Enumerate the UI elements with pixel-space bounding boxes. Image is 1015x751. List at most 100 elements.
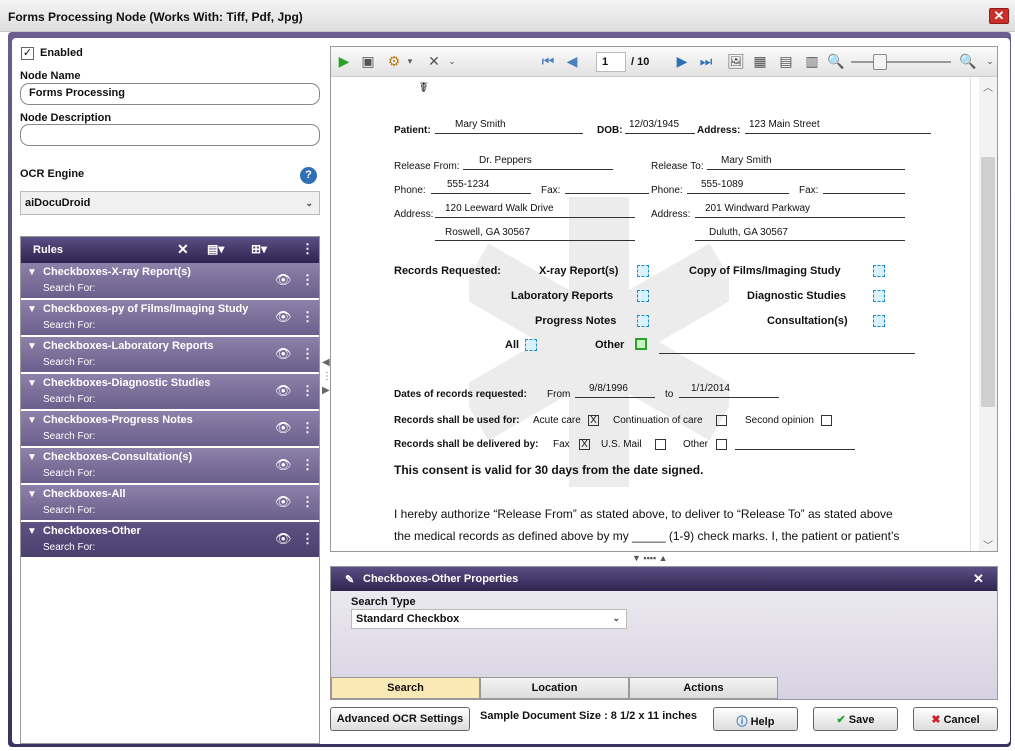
zoom-out-icon[interactable]: 🔍 bbox=[827, 52, 845, 70]
rules-menu-icon[interactable]: ⋮ bbox=[301, 241, 314, 257]
rule-item[interactable]: ▼ Checkboxes-Progress Notes Search For: … bbox=[21, 411, 319, 447]
play-icon[interactable]: ▶ bbox=[335, 52, 353, 70]
last-page-icon[interactable]: ⏭ bbox=[697, 52, 715, 70]
next-page-icon[interactable]: ▶ bbox=[673, 52, 691, 70]
scrollbar-thumb[interactable] bbox=[981, 157, 995, 407]
diag-checkbox-region[interactable] bbox=[873, 290, 885, 302]
dob-label: DOB: bbox=[597, 125, 623, 136]
image-icon[interactable]: 🖼 bbox=[727, 52, 745, 70]
fit-page-icon[interactable]: ▣ bbox=[359, 52, 377, 70]
rule-item[interactable]: ▼ Checkboxes-Consultation(s) Search For:… bbox=[21, 448, 319, 484]
fax-checkbox[interactable]: X bbox=[579, 439, 590, 450]
clear-rules-icon[interactable]: ✕ bbox=[177, 241, 189, 258]
add-rule-icon[interactable]: ▤▾ bbox=[207, 242, 224, 256]
search-type-dropdown[interactable]: Standard Checkbox ⌄ bbox=[351, 609, 627, 629]
rule-menu-icon[interactable]: ⋮ bbox=[301, 494, 314, 510]
copy-films-checkbox-region[interactable] bbox=[873, 265, 885, 277]
continuation-checkbox[interactable] bbox=[716, 415, 727, 426]
expand-triangle-icon[interactable]: ▼ bbox=[27, 341, 37, 352]
fit-width-icon[interactable]: ▦ bbox=[751, 52, 769, 70]
first-page-icon[interactable]: ⏮ bbox=[539, 52, 557, 70]
rule-menu-icon[interactable]: ⋮ bbox=[301, 272, 314, 288]
usmail-checkbox[interactable] bbox=[655, 439, 666, 450]
eye-icon[interactable]: 👁 bbox=[275, 531, 292, 547]
rule-item[interactable]: ▼ Checkboxes-Diagnostic Studies Search F… bbox=[21, 374, 319, 410]
other-delivery-checkbox[interactable] bbox=[716, 439, 727, 450]
rule-item-selected[interactable]: ▼ Checkboxes-Other Search For: 👁 ⋮ bbox=[21, 522, 319, 558]
second-opinion-checkbox[interactable] bbox=[821, 415, 832, 426]
advanced-ocr-settings-button[interactable]: Advanced OCR Settings bbox=[330, 707, 470, 731]
expand-triangle-icon[interactable]: ▼ bbox=[27, 415, 37, 426]
rule-menu-icon[interactable]: ⋮ bbox=[301, 531, 314, 547]
panel-splitter[interactable]: ◀ ⋮ ▶ bbox=[322, 356, 332, 420]
help-button[interactable]: ⓘ Help bbox=[713, 707, 798, 731]
expand-triangle-icon[interactable]: ▼ bbox=[27, 267, 37, 278]
eye-icon[interactable]: 👁 bbox=[275, 309, 292, 325]
rule-title: Checkboxes-All bbox=[43, 488, 126, 500]
progress-checkbox-region[interactable] bbox=[637, 315, 649, 327]
expand-triangle-icon[interactable]: ▼ bbox=[27, 526, 37, 537]
close-icon[interactable]: ✕ bbox=[425, 52, 443, 70]
eye-icon[interactable]: 👁 bbox=[275, 457, 292, 473]
prev-page-icon[interactable]: ◀ bbox=[563, 52, 581, 70]
rule-item[interactable]: ▼ Checkboxes-Laboratory Reports Search F… bbox=[21, 337, 319, 373]
scroll-down-icon[interactable]: ﹀ bbox=[983, 537, 993, 551]
vertical-scrollbar[interactable]: ︿ ﹀ bbox=[979, 77, 997, 551]
all-checkbox-region[interactable] bbox=[525, 339, 537, 351]
other-checkbox-region-selected[interactable] bbox=[635, 338, 647, 350]
zoom-slider-handle[interactable] bbox=[873, 54, 887, 70]
eye-icon[interactable]: 👁 bbox=[275, 272, 292, 288]
lab-checkbox-region[interactable] bbox=[637, 290, 649, 302]
rule-menu-icon[interactable]: ⋮ bbox=[301, 346, 314, 362]
node-name-field[interactable]: Forms Processing bbox=[20, 83, 320, 105]
ocr-engine-dropdown[interactable]: aiDocuDroid ⌄ bbox=[20, 191, 320, 215]
zoom-slider[interactable] bbox=[851, 61, 951, 63]
eye-icon[interactable]: 👁 bbox=[275, 383, 292, 399]
eye-icon[interactable]: 👁 bbox=[275, 494, 292, 510]
eye-icon[interactable]: 👁 bbox=[275, 346, 292, 362]
close-icon[interactable]: ✕ bbox=[989, 8, 1009, 24]
expand-triangle-icon[interactable]: ▼ bbox=[27, 378, 37, 389]
rule-menu-icon[interactable]: ⋮ bbox=[301, 309, 314, 325]
phone-value-1: 555-1234 bbox=[447, 179, 490, 190]
consult-checkbox-region[interactable] bbox=[873, 315, 885, 327]
rule-menu-icon[interactable]: ⋮ bbox=[301, 457, 314, 473]
close-icon[interactable]: ✕ bbox=[973, 571, 984, 587]
toolbar-more-icon[interactable]: ⌄ bbox=[443, 52, 461, 70]
rule-item[interactable]: ▼ Checkboxes-py of Films/Imaging Study S… bbox=[21, 300, 319, 336]
fax-label-1: Fax: bbox=[541, 185, 561, 196]
cancel-button[interactable]: ✖ Cancel bbox=[913, 707, 998, 731]
expand-triangle-icon[interactable]: ▼ bbox=[27, 452, 37, 463]
enabled-checkbox[interactable]: ✓ bbox=[21, 47, 34, 60]
fit-height-icon[interactable]: ▤ bbox=[777, 52, 795, 70]
xray-checkbox-region[interactable] bbox=[637, 265, 649, 277]
rule-subtitle: Search For: bbox=[43, 431, 96, 442]
expand-triangle-icon[interactable]: ▼ bbox=[27, 489, 37, 500]
address-value: 123 Main Street bbox=[749, 119, 820, 130]
scroll-up-icon[interactable]: ︿ bbox=[983, 79, 993, 94]
tab-location[interactable]: Location bbox=[480, 677, 629, 699]
save-button[interactable]: ✔ Save bbox=[813, 707, 898, 731]
help-circle-icon[interactable]: ? bbox=[300, 167, 317, 184]
tab-search[interactable]: Search bbox=[331, 677, 480, 699]
tab-actions[interactable]: Actions bbox=[629, 677, 778, 699]
progress-label: Progress Notes bbox=[535, 315, 617, 327]
rule-options-icon[interactable]: ⊞▾ bbox=[251, 242, 267, 256]
gear-dropdown-icon[interactable]: ▾ bbox=[401, 52, 419, 70]
actual-size-icon[interactable]: ▥ bbox=[803, 52, 821, 70]
rule-menu-icon[interactable]: ⋮ bbox=[301, 420, 314, 436]
page-number-input[interactable]: 1 bbox=[596, 52, 626, 72]
vertical-splitter-icon[interactable]: ▼ ▪▪▪▪ ▲ bbox=[632, 553, 668, 563]
expand-triangle-icon[interactable]: ▼ bbox=[27, 304, 37, 315]
consult-label: Consultation(s) bbox=[767, 315, 848, 327]
node-description-field[interactable] bbox=[20, 124, 320, 146]
eye-icon[interactable]: 👁 bbox=[275, 420, 292, 436]
acute-care-checkbox[interactable]: X bbox=[588, 415, 599, 426]
properties-title: Checkboxes-Other Properties bbox=[363, 573, 519, 585]
rule-menu-icon[interactable]: ⋮ bbox=[301, 383, 314, 399]
rule-item[interactable]: ▼ Checkboxes-All Search For: 👁 ⋮ bbox=[21, 485, 319, 521]
zoom-in-icon[interactable]: 🔍 bbox=[959, 52, 977, 70]
release-to-label: Release To: bbox=[651, 161, 704, 172]
toolbar-overflow-icon[interactable]: ⌄ bbox=[981, 52, 997, 70]
rule-item[interactable]: ▼ Checkboxes-X-ray Report(s) Search For:… bbox=[21, 263, 319, 299]
